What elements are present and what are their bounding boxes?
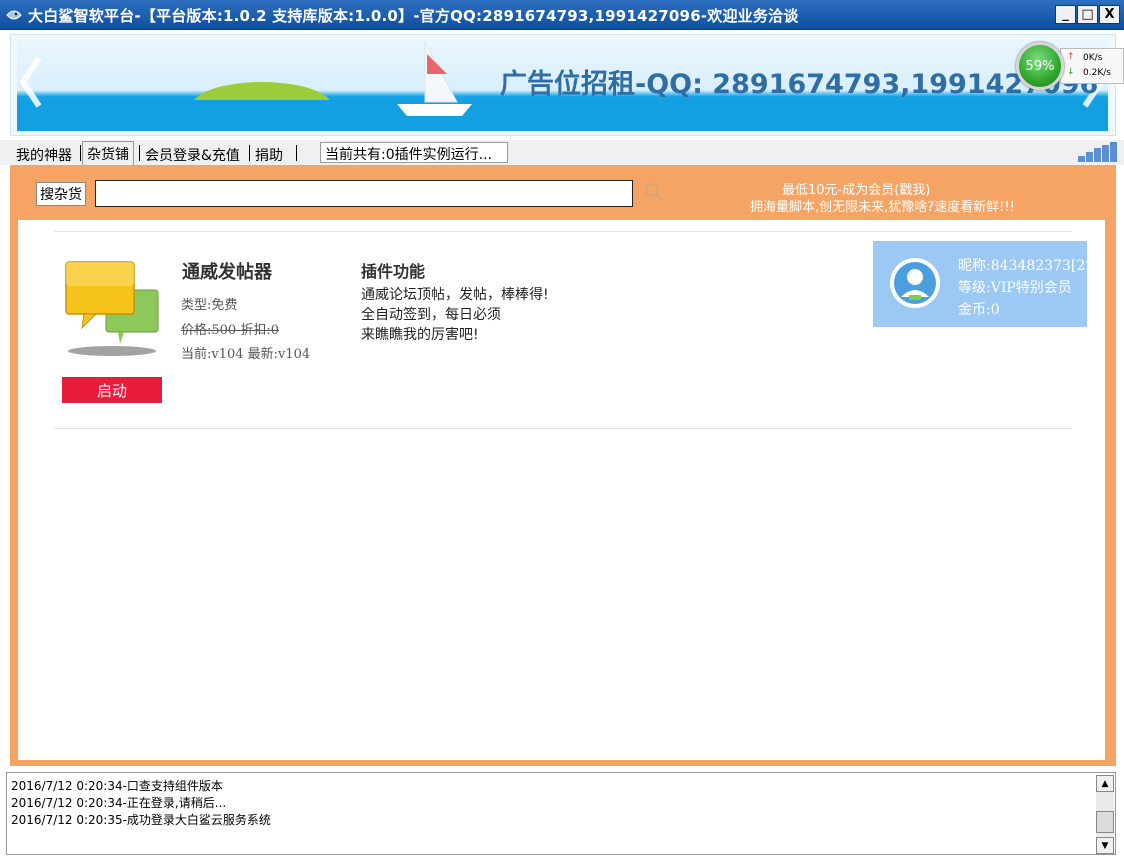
launch-button[interactable]: 启动 bbox=[62, 377, 162, 403]
user-avatar-icon bbox=[890, 258, 940, 308]
system-monitor[interactable]: ↑ 0K/s ↓ 0.2K/s 59% bbox=[1016, 42, 1124, 90]
chat-bubbles-icon bbox=[65, 261, 159, 356]
tab-donate[interactable]: 捐助 bbox=[251, 143, 287, 165]
feature-line: 全自动签到，每日必须 bbox=[361, 307, 501, 323]
feature-line: 通威论坛顶帖，发帖，棒棒得! bbox=[361, 287, 549, 303]
plugin-version: 当前:v104 最新:v104 bbox=[181, 347, 311, 362]
window-title: 大白鲨智软平台-【平台版本:1.0.2 支持库版本:1.0.0】-官方QQ:28… bbox=[28, 7, 799, 25]
vip-promo-slogan: 拥海量脚本,创无限未来,犹豫啥?速度看新鲜!!! bbox=[750, 200, 1015, 215]
tab-separator bbox=[139, 145, 140, 161]
signal-bars-icon bbox=[1078, 142, 1117, 162]
search-icon[interactable] bbox=[643, 181, 665, 203]
sail-stripe-shape bbox=[427, 54, 447, 74]
tab-bar: 我的神器 杂货铺 会员登录&充值 捐助 当前共有:0插件实例运行... bbox=[0, 140, 1124, 165]
tab-member-login[interactable]: 会员登录&充值 bbox=[141, 143, 244, 165]
maximize-button[interactable]: □ bbox=[1077, 5, 1098, 24]
title-bar[interactable]: 大白鲨智软平台-【平台版本:1.0.2 支持库版本:1.0.0】-官方QQ:28… bbox=[0, 0, 1124, 30]
search-input[interactable] bbox=[95, 180, 633, 207]
boat-hull-shape bbox=[397, 104, 472, 116]
upload-speed: 0K/s bbox=[1083, 53, 1103, 63]
download-arrow-icon: ↓ bbox=[1067, 67, 1075, 77]
download-speed: 0.2K/s bbox=[1083, 68, 1111, 78]
log-line: 2016/7/12 0:20:35-成功登录大白鲨云服务系统 bbox=[11, 813, 271, 827]
feature-title: 插件功能 bbox=[361, 262, 426, 281]
banner-prev-chevron bbox=[19, 56, 42, 108]
close-button[interactable]: X bbox=[1099, 5, 1120, 24]
tab-my-tools[interactable]: 我的神器 bbox=[12, 143, 76, 165]
minimize-button[interactable]: _ bbox=[1055, 5, 1076, 24]
scroll-down-button[interactable]: ▼ bbox=[1096, 837, 1114, 854]
user-nickname: 昵称:843482373[22] bbox=[958, 258, 1100, 274]
list-divider bbox=[54, 428, 1072, 429]
network-speed-box: ↑ 0K/s ↓ 0.2K/s bbox=[1060, 48, 1124, 84]
shark-app-icon bbox=[6, 10, 22, 20]
scroll-up-button[interactable]: ▲ bbox=[1096, 775, 1114, 792]
tab-separator bbox=[80, 145, 81, 161]
list-divider bbox=[54, 231, 1072, 232]
log-line: 2016/7/12 0:20:34-正在登录,请稍后... bbox=[11, 796, 227, 810]
log-output[interactable]: 2016/7/12 0:20:34-口查支持组件版本 2016/7/12 0:2… bbox=[6, 772, 1116, 855]
tab-store[interactable]: 杂货铺 bbox=[82, 141, 134, 165]
running-instances-status: 当前共有:0插件实例运行... bbox=[320, 142, 508, 163]
upload-arrow-icon: ↑ bbox=[1067, 52, 1075, 62]
tab-separator bbox=[249, 145, 250, 161]
user-coins: 金币:0 bbox=[958, 302, 1000, 318]
plugin-name: 通威发帖器 bbox=[182, 262, 272, 283]
user-level: 等级:VIP特别会员 bbox=[958, 280, 1072, 296]
plugin-price: 价格:500 折扣:0 bbox=[181, 323, 279, 338]
scroll-thumb[interactable] bbox=[1096, 811, 1114, 833]
plugin-type: 类型:免费 bbox=[181, 298, 238, 313]
sea-shape bbox=[17, 100, 1108, 131]
log-line: 2016/7/12 0:20:34-口查支持组件版本 bbox=[11, 779, 223, 793]
log-scrollbar[interactable]: ▲ ▼ bbox=[1096, 775, 1114, 854]
banner-ad-text[interactable]: 广告位招租-QQ: 2891674793,1991427096 bbox=[500, 62, 1098, 101]
search-label: 搜杂货 bbox=[36, 182, 86, 206]
cpu-usage-ball[interactable]: 59% bbox=[1016, 42, 1064, 90]
tab-separator bbox=[296, 145, 297, 161]
feature-line: 来瞧瞧我的厉害吧! bbox=[361, 327, 479, 343]
